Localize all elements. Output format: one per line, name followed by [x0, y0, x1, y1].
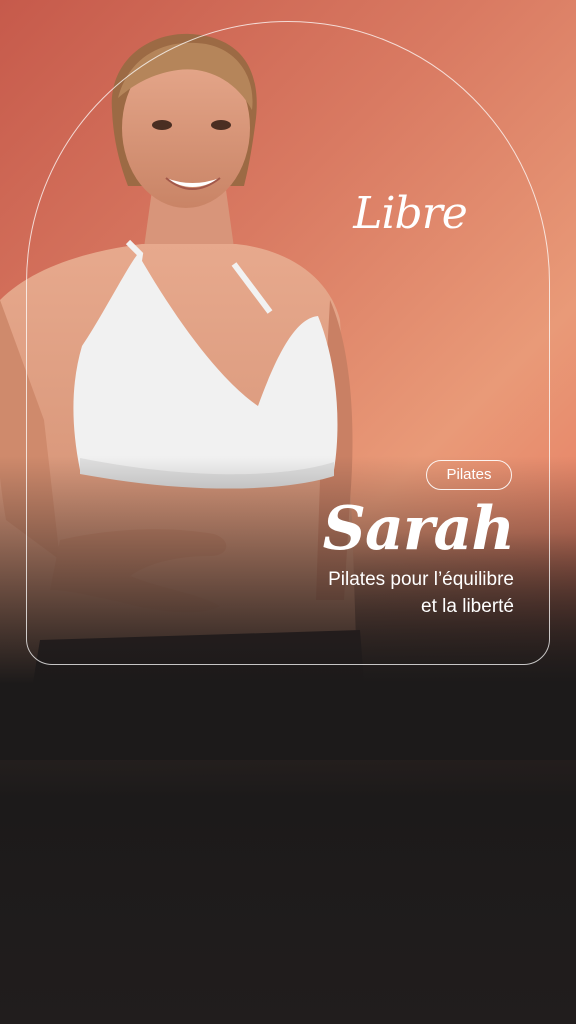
program-cover-screen: Libre Pilates Sarah Pilates pour l’équil…: [0, 0, 576, 1024]
category-tag[interactable]: Pilates: [426, 460, 512, 490]
class-title: Pilates pour l’équilibre et la liberté: [234, 566, 514, 620]
class-title-line-2: et la liberté: [421, 596, 514, 617]
class-title-line-1: Pilates pour l’équilibre: [328, 569, 514, 590]
brand-logo-word: Libre: [353, 188, 468, 239]
coach-name: Sarah: [322, 494, 515, 564]
